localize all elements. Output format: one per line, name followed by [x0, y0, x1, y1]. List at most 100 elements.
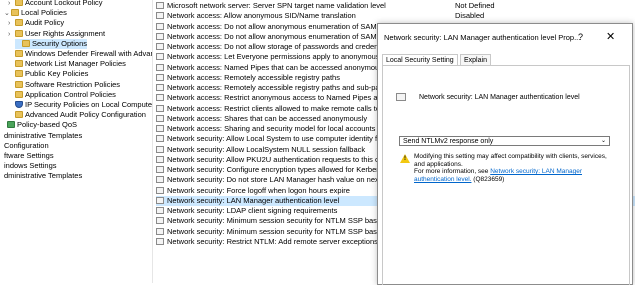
- tree-item-label: Software Restriction Policies: [25, 79, 121, 89]
- policy-name-cell: Microsoft network server: Server SPN tar…: [156, 1, 386, 11]
- policy-icon: [156, 125, 164, 132]
- tree-item[interactable]: ⌄ Local Policies: [4, 8, 67, 18]
- folder-icon: [15, 29, 23, 37]
- tree-item[interactable]: › Audit Policy: [8, 18, 64, 28]
- tree-item[interactable]: dministrative Templates: [0, 131, 82, 141]
- tree-item[interactable]: Software Restriction Policies: [8, 80, 120, 90]
- tree-item[interactable]: Public Key Policies: [8, 69, 88, 79]
- tree-item[interactable]: dministrative Templates: [0, 171, 82, 181]
- policy-icon: [156, 94, 164, 102]
- policy-setting-cell: Disabled: [455, 11, 485, 21]
- policy-icon: [156, 227, 164, 235]
- policy-icon: [396, 93, 406, 101]
- policy-name-text: Network access: Sharing and security mod…: [167, 124, 376, 133]
- policy-name: Network security: LAN Manager authentica…: [419, 94, 580, 101]
- policy-name-cell: Network security: LDAP client signing re…: [156, 206, 337, 216]
- tree-item[interactable]: Configuration: [0, 141, 49, 151]
- policy-icon: [156, 237, 164, 245]
- info-text: Modifying this setting may affect compat…: [414, 153, 619, 183]
- policy-row[interactable]: Network access: Allow anonymous SID/Name…: [156, 11, 635, 21]
- console-tree: › Account Lockout Policy ⌄ Local Policies › A…: [0, 0, 152, 283]
- folder-icon: [15, 80, 23, 88]
- folder-icon: [15, 90, 23, 98]
- chevron-down-icon: ⌄: [600, 138, 606, 144]
- policy-icon: [156, 114, 164, 122]
- folder-icon: [15, 50, 23, 57]
- tree-item-label: Audit Policy: [25, 18, 65, 28]
- folder-icon: [15, 19, 23, 27]
- help-button[interactable]: ?: [578, 32, 583, 42]
- policy-name-cell: Network access: Shares that can be acces…: [156, 114, 367, 124]
- policy-icon: [156, 104, 164, 112]
- tree-item-label: indows Settings: [4, 161, 57, 171]
- tree-item-label: Advanced Audit Policy Configuration: [25, 110, 146, 120]
- tree-item-label: Network List Manager Policies: [25, 59, 126, 69]
- select-value: Send NTLMv2 response only: [403, 138, 494, 145]
- policy-name-cell: Network access: Let Everyone permissions…: [156, 52, 400, 62]
- qos-icon: [7, 121, 15, 129]
- tree-item[interactable]: Security Options: [15, 38, 88, 49]
- tree-item-label: Security Options: [32, 38, 88, 48]
- tree-item-label: Public Key Policies: [25, 69, 89, 79]
- policy-icon: [156, 63, 164, 71]
- policy-name-cell: Network access: Restrict anonymous acces…: [156, 93, 412, 103]
- policy-icon: [156, 196, 164, 204]
- tree-item-label: Local Policies: [21, 8, 67, 18]
- tree-item[interactable]: Advanced Audit Policy Configuration: [8, 110, 146, 120]
- policy-icon: [156, 73, 164, 81]
- policy-name-cell: Network security: LAN Manager authentica…: [156, 196, 339, 206]
- folder-icon: [15, 111, 23, 119]
- warning-text: Modifying this setting may affect compat…: [414, 153, 607, 168]
- folder-icon: [22, 39, 30, 47]
- more-info-suffix: (Q823659): [471, 175, 505, 183]
- policy-name-text: Network access: Remotely accessible regi…: [167, 72, 340, 82]
- policy-icon: [156, 12, 164, 20]
- policy-name-text: Network access: Remotely accessible regi…: [167, 83, 390, 92]
- policy-icon: [156, 176, 164, 184]
- policy-name-cell: Network access: Remotely accessible regi…: [156, 83, 390, 93]
- tree-item-label: Account Lockout Policy: [25, 0, 103, 7]
- pane-splitter[interactable]: [152, 0, 153, 283]
- chevron-right-icon[interactable]: ›: [8, 30, 15, 40]
- tree-item[interactable]: Windows Defender Firewall with Advanced: [8, 49, 152, 59]
- folder-icon: [11, 9, 19, 17]
- policy-icon: [156, 32, 164, 40]
- policy-name-text: Network access: Named Pipes that can be …: [167, 62, 389, 72]
- policy-name-text: Network security: Allow Local System to …: [167, 134, 407, 144]
- policy-name-cell: Network access: Restrict clients allowed…: [156, 104, 398, 114]
- tree-item[interactable]: Network List Manager Policies: [8, 59, 126, 69]
- tree-item[interactable]: Policy-based QoS: [0, 120, 77, 130]
- policy-icon: [156, 2, 164, 9]
- tree-item[interactable]: Application Control Policies: [8, 90, 116, 100]
- policy-name-cell: Network access: Do not allow anonymous e…: [156, 22, 409, 32]
- policy-icon: [156, 207, 164, 214]
- tree-item[interactable]: › Account Lockout Policy: [8, 0, 103, 8]
- policy-icon: [156, 155, 164, 163]
- tree-item[interactable]: ftware Settings: [0, 151, 54, 161]
- close-icon[interactable]: ✕: [606, 30, 615, 43]
- policy-name-cell: Network security: Allow LocalSystem NULL…: [156, 145, 365, 155]
- tree-item[interactable]: IP Security Policies on Local Computer: [8, 100, 152, 110]
- tree-item[interactable]: indows Settings: [0, 161, 57, 171]
- tree-item-label: dministrative Templates: [4, 171, 83, 181]
- policy-icon: [156, 53, 164, 61]
- folder-icon: [15, 0, 23, 6]
- policy-name-cell: Network security: Force logoff when logo…: [156, 186, 350, 196]
- policy-icon: [156, 217, 164, 225]
- policy-setting-cell: Not Defined: [455, 1, 495, 10]
- policy-name-text: Network security: Allow LocalSystem NULL…: [167, 144, 366, 154]
- dialog-title: Network security: LAN Manager authentica…: [384, 33, 581, 42]
- tree-item[interactable]: › User Rights Assignment: [8, 29, 105, 39]
- tree-item-label: Policy-based QoS: [17, 120, 78, 130]
- policy-icon: [156, 135, 164, 143]
- policy-name-text: Network security: Configure encryption t…: [167, 165, 387, 174]
- policy-name-text: Microsoft network server: Server SPN tar…: [167, 1, 386, 10]
- policy-row[interactable]: Microsoft network server: Server SPN tar…: [156, 1, 635, 11]
- policy-name-text: Network access: Do not allow anonymous e…: [167, 21, 409, 31]
- policy-icon: [156, 22, 164, 30]
- tree-item-label: ftware Settings: [4, 151, 54, 160]
- auth-level-select[interactable]: Send NTLMv2 response only ⌄: [399, 136, 610, 146]
- policy-name-text: Network security: LDAP client signing re…: [167, 206, 338, 215]
- policy-name-text: Network security: LAN Manager authentica…: [167, 195, 340, 205]
- policy-name-text: Network access: Restrict anonymous acces…: [167, 93, 412, 103]
